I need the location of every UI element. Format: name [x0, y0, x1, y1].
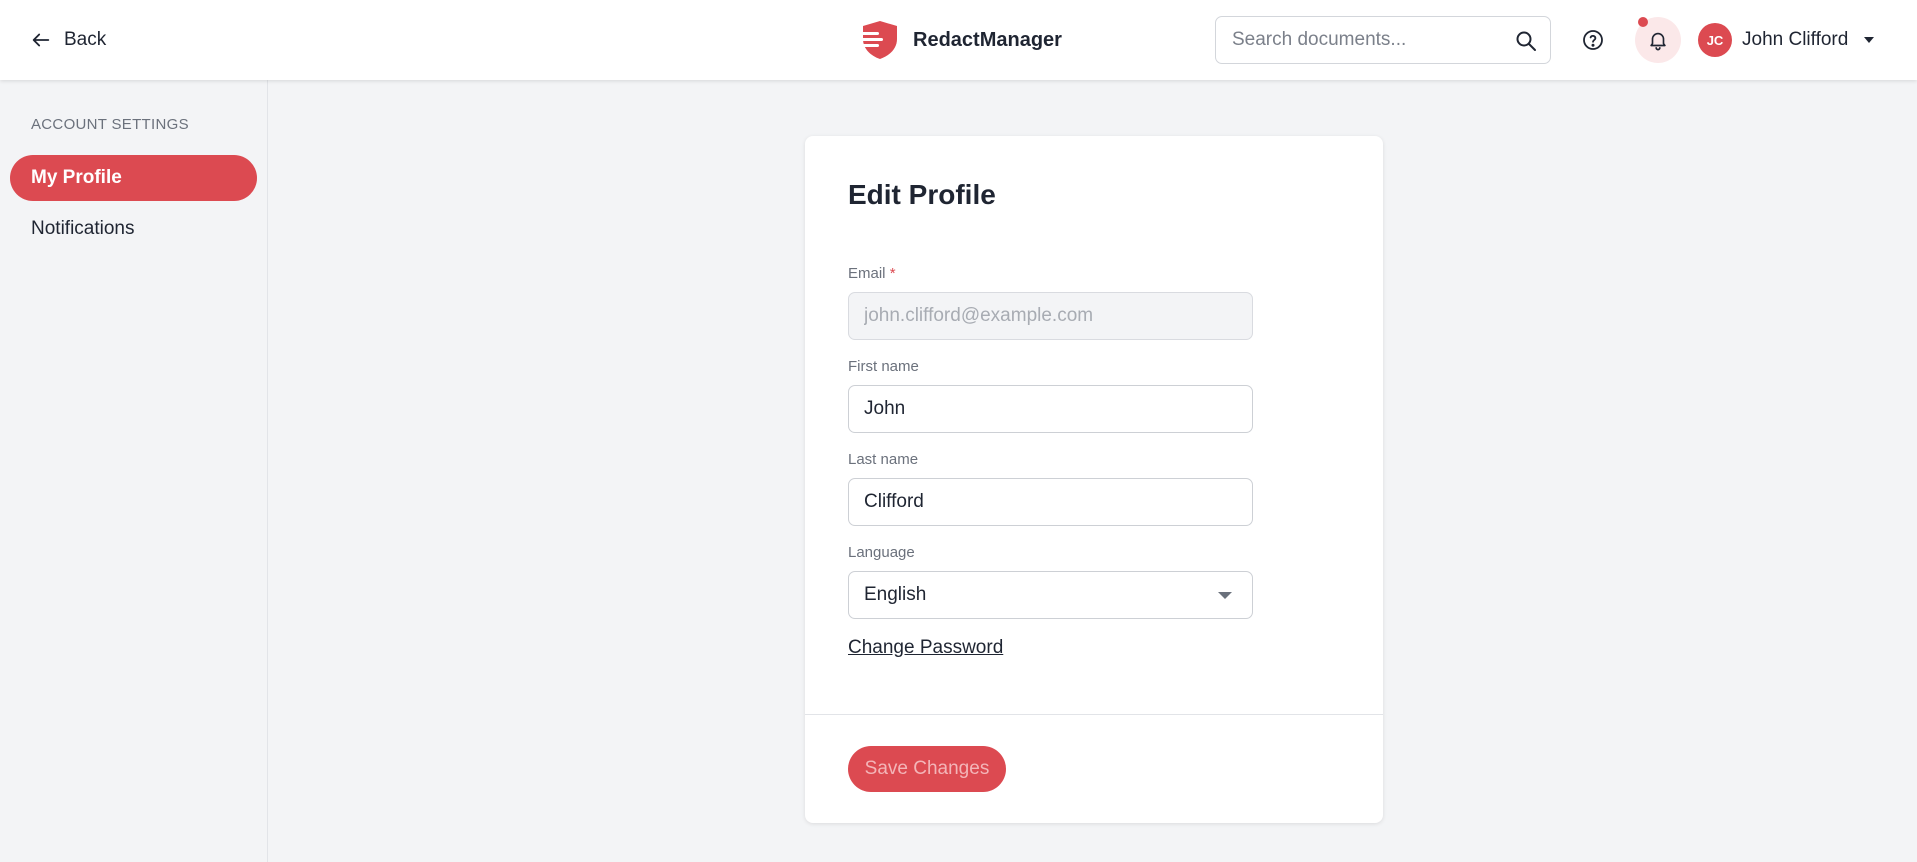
search-input[interactable] — [1230, 28, 1504, 52]
language-label: Language — [848, 544, 915, 561]
first-name-label: First name — [848, 358, 919, 375]
page-title: Edit Profile — [848, 179, 996, 210]
required-mark: * — [889, 265, 896, 282]
save-button[interactable]: Save Changes — [848, 746, 1006, 792]
edit-profile-card: Edit Profile Email * First name Last nam… — [805, 136, 1383, 823]
avatar: JC — [1698, 23, 1732, 57]
brand[interactable]: RedactManager — [859, 18, 1062, 62]
bell-icon — [1650, 32, 1666, 51]
top-bar: Back RedactManager JC John Clifford — [0, 0, 1917, 80]
back-button[interactable]: Back — [30, 26, 106, 54]
search-icon[interactable] — [1514, 29, 1538, 53]
sidebar-item-label: My Profile — [31, 167, 122, 188]
help-icon[interactable] — [1581, 28, 1605, 52]
divider — [805, 714, 1383, 715]
language-value: English — [864, 584, 927, 605]
logo-icon — [859, 21, 897, 59]
sidebar-heading: ACCOUNT SETTINGS — [31, 116, 189, 133]
notifications-button[interactable] — [1635, 17, 1681, 63]
chevron-down-icon — [1864, 37, 1875, 43]
last-name-input[interactable] — [864, 491, 1224, 513]
email-input[interactable] — [864, 305, 1224, 327]
language-select[interactable]: English — [848, 571, 1253, 619]
chevron-down-icon — [1218, 592, 1232, 599]
first-name-input[interactable] — [864, 398, 1224, 420]
sidebar-item-notifications[interactable]: Notifications — [10, 206, 257, 252]
notification-dot — [1638, 17, 1648, 27]
search-box[interactable] — [1215, 16, 1551, 64]
email-label: Email * — [848, 265, 896, 282]
change-password-link[interactable]: Change Password — [848, 637, 1003, 659]
user-name: John Clifford — [1742, 29, 1849, 50]
last-name-field[interactable] — [848, 478, 1253, 526]
email-field[interactable] — [848, 292, 1253, 340]
sidebar-item-my-profile[interactable]: My Profile — [10, 155, 257, 201]
app-name: RedactManager — [913, 28, 1062, 51]
sidebar: ACCOUNT SETTINGS My Profile Notification… — [0, 80, 268, 862]
user-menu[interactable]: JC John Clifford — [1698, 22, 1875, 58]
first-name-field[interactable] — [848, 385, 1253, 433]
last-name-label: Last name — [848, 451, 919, 468]
arrow-left-icon — [32, 33, 50, 47]
sidebar-item-label: Notifications — [31, 218, 135, 239]
email-label-text: Email — [848, 265, 886, 282]
back-label: Back — [64, 29, 107, 50]
